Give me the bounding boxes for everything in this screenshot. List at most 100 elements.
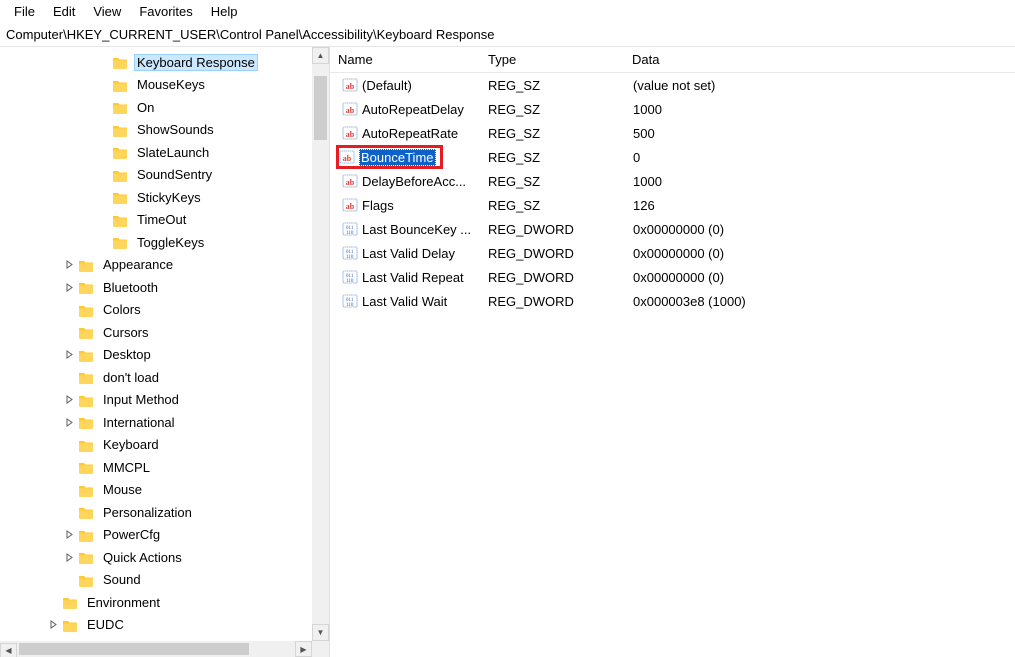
tree-item-label: Appearance [100,256,176,273]
value-data: 0x000003e8 (1000) [627,294,1015,309]
reg-string-icon: ab [342,173,358,189]
tree-item[interactable]: EUDC [0,614,329,637]
value-type: REG_DWORD [482,222,627,237]
expander-placeholder [96,168,110,182]
value-list-pane: Name Type Data ab(Default)REG_SZ(value n… [330,47,1015,657]
tree-item-label: Keyboard Response [134,54,258,71]
value-type: REG_SZ [482,198,627,213]
value-row[interactable]: 011110Last BounceKey ...REG_DWORD0x00000… [330,217,1015,241]
tree-item[interactable]: Colors [0,299,329,322]
svg-text:ab: ab [346,130,355,139]
svg-text:ab: ab [346,82,355,91]
tree-item-label: ToggleKeys [134,234,207,251]
value-name: DelayBeforeAcc... [362,174,466,189]
tree-item[interactable]: Input Method [0,389,329,412]
value-row[interactable]: ab(Default)REG_SZ(value not set) [330,73,1015,97]
folder-icon [112,168,128,182]
address-bar[interactable]: Computer\HKEY_CURRENT_USER\Control Panel… [0,22,1015,47]
tree-item[interactable]: MouseKeys [0,74,329,97]
folder-icon [78,438,94,452]
chevron-right-icon[interactable] [62,348,76,362]
chevron-right-icon[interactable] [62,258,76,272]
hscroll-thumb[interactable] [19,643,249,655]
tree-item[interactable]: TimeOut [0,209,329,232]
tree-item-label: International [100,414,178,431]
menu-file[interactable]: File [6,2,43,21]
tree-item[interactable]: Keyboard Response [0,51,329,74]
chevron-right-icon[interactable] [62,528,76,542]
value-row[interactable]: 011110Last Valid RepeatREG_DWORD0x000000… [330,265,1015,289]
folder-icon [78,325,94,339]
tree-item[interactable]: On [0,96,329,119]
tree-item[interactable]: don't load [0,366,329,389]
value-type: REG_SZ [482,174,627,189]
value-row[interactable]: abAutoRepeatRateREG_SZ500 [330,121,1015,145]
folder-icon [78,280,94,294]
scroll-left-icon[interactable]: ◀ [0,643,17,657]
chevron-right-icon[interactable] [62,550,76,564]
scroll-down-icon[interactable]: ▼ [312,624,329,641]
expander-placeholder [96,55,110,69]
value-name-cell: 011110Last Valid Repeat [336,269,482,285]
tree-item[interactable]: Bluetooth [0,276,329,299]
tree-item[interactable]: Cursors [0,321,329,344]
chevron-right-icon[interactable] [62,280,76,294]
value-row[interactable]: 011110Last Valid WaitREG_DWORD0x000003e8… [330,289,1015,313]
chevron-right-icon[interactable] [62,393,76,407]
value-row[interactable]: 011110Last Valid DelayREG_DWORD0x0000000… [330,241,1015,265]
folder-icon [78,460,94,474]
expander-placeholder [62,573,76,587]
folder-icon [62,618,78,632]
folder-icon [78,483,94,497]
tree-item[interactable]: SoundSentry [0,164,329,187]
scroll-thumb[interactable] [314,76,327,140]
svg-text:110: 110 [346,303,354,308]
chevron-right-icon[interactable] [62,415,76,429]
column-header-data[interactable]: Data [624,52,1015,67]
value-row[interactable]: abFlagsREG_SZ126 [330,193,1015,217]
tree-item[interactable]: SlateLaunch [0,141,329,164]
tree-item[interactable]: ToggleKeys [0,231,329,254]
expander-placeholder [96,213,110,227]
tree-item[interactable]: Appearance [0,254,329,277]
value-row[interactable]: abBounceTimeREG_SZ0 [330,145,1015,169]
tree-item[interactable]: MMCPL [0,456,329,479]
value-name: Flags [362,198,394,213]
tree-item-label: MMCPL [100,459,153,476]
scroll-up-icon[interactable]: ▲ [312,47,329,64]
menu-edit[interactable]: Edit [45,2,83,21]
tree-item[interactable]: Desktop [0,344,329,367]
value-name: Last Valid Delay [362,246,455,261]
tree-item[interactable]: Keyboard [0,434,329,457]
value-row[interactable]: abAutoRepeatDelayREG_SZ1000 [330,97,1015,121]
column-header-name[interactable]: Name [330,52,480,67]
folder-icon [78,258,94,272]
menu-help[interactable]: Help [203,2,246,21]
chevron-right-icon[interactable] [46,618,60,632]
menu-favorites[interactable]: Favorites [131,2,200,21]
tree-vertical-scrollbar[interactable]: ▲ ▼ [312,47,329,641]
tree-item[interactable]: Mouse [0,479,329,502]
tree-item[interactable]: PowerCfg [0,524,329,547]
tree-item[interactable]: Environment [0,591,329,614]
folder-icon [112,190,128,204]
tree-item-label: PowerCfg [100,526,163,543]
expander-placeholder [62,325,76,339]
column-header-type[interactable]: Type [480,52,624,67]
scroll-right-icon[interactable]: ▶ [295,641,312,657]
tree-item[interactable]: International [0,411,329,434]
tree-item[interactable]: Quick Actions [0,546,329,569]
value-row[interactable]: abDelayBeforeAcc...REG_SZ1000 [330,169,1015,193]
menu-view[interactable]: View [85,2,129,21]
tree-item[interactable]: Sound [0,569,329,592]
tree-item[interactable]: ShowSounds [0,119,329,142]
folder-icon [112,123,128,137]
tree-horizontal-scrollbar[interactable]: ◀ ▶ [0,641,312,657]
expander-placeholder [62,438,76,452]
tree-item-label: Quick Actions [100,549,185,566]
highlight-annotation: abBounceTime [336,145,443,169]
value-name-cell: 011110Last Valid Wait [336,293,482,309]
tree-item[interactable]: StickyKeys [0,186,329,209]
tree-item-label: Personalization [100,504,195,521]
tree-item[interactable]: Personalization [0,501,329,524]
